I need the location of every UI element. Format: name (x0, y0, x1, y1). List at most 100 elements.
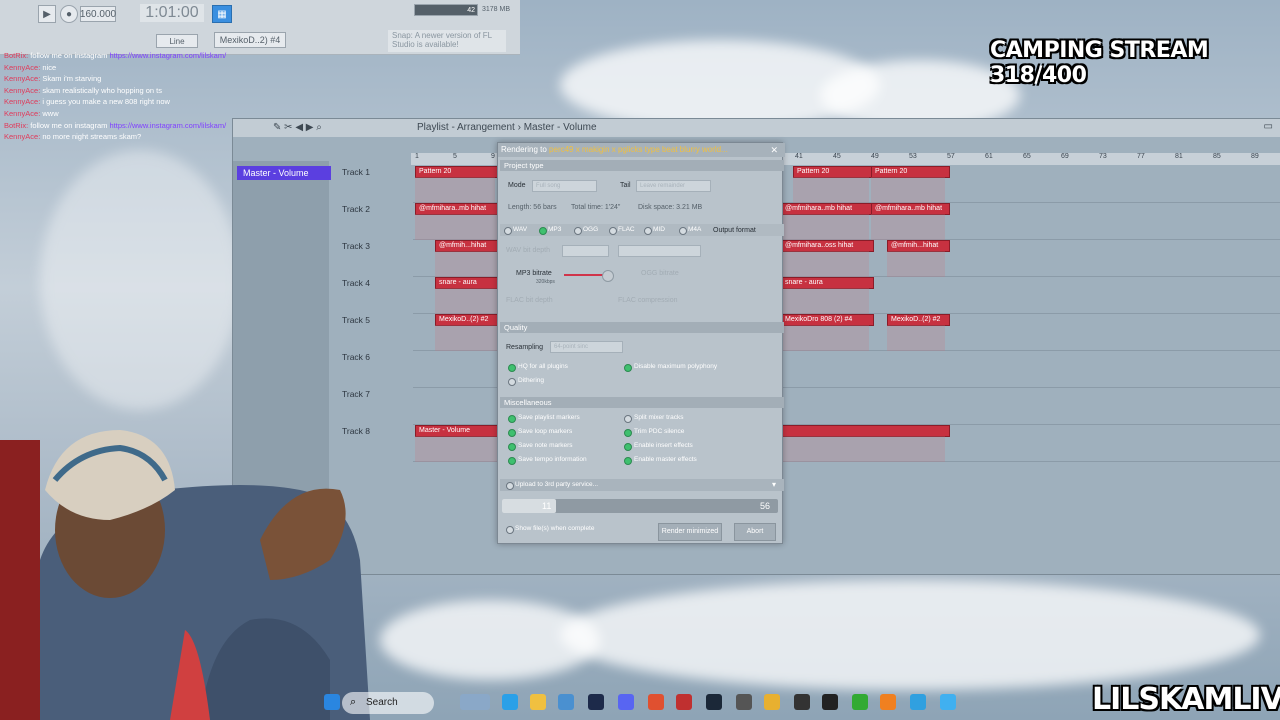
edge-icon[interactable] (502, 694, 518, 710)
ruler-tick-label: 61 (985, 153, 993, 160)
render-dialog: Rendering to perc49 x makigin x pglicks … (497, 142, 785, 544)
format-radio-flac[interactable] (609, 227, 617, 235)
app-icon[interactable] (940, 694, 956, 710)
render-progress-bar: 11 56 (502, 499, 778, 513)
track-header[interactable]: Track 4 (342, 278, 370, 288)
misc-option-checkbox[interactable] (508, 443, 516, 451)
clip-body (435, 325, 497, 351)
misc-option-checkbox[interactable] (508, 415, 516, 423)
update-hint[interactable]: Snap: A newer version of FL Studio is av… (388, 30, 506, 52)
misc-option-checkbox[interactable] (624, 443, 632, 451)
upload-checkbox[interactable] (506, 482, 514, 490)
folder-icon[interactable] (530, 694, 546, 710)
format-label-mid: MID (653, 226, 665, 233)
widgets-icon[interactable] (460, 694, 490, 710)
show-files-checkbox[interactable] (506, 526, 514, 534)
app-icon[interactable] (676, 694, 692, 710)
clip-body (781, 288, 869, 314)
ruler-tick-label: 5 (453, 153, 457, 160)
snap-select[interactable]: Line (156, 34, 198, 48)
track-header[interactable]: Track 2 (342, 204, 370, 214)
tools-icon[interactable]: ✎ ✂ ◀ ▶ ⌕ (273, 122, 322, 133)
hq-plugins-label: HQ for all plugins (518, 363, 568, 370)
chevron-down-icon[interactable]: ▾ (772, 480, 776, 489)
mode-select[interactable]: Full song (532, 180, 597, 192)
steam-icon[interactable] (706, 694, 722, 710)
ruler-tick-label: 53 (909, 153, 917, 160)
discord-icon[interactable] (618, 694, 634, 710)
fl-studio-icon[interactable] (880, 694, 896, 710)
app-icon[interactable] (794, 694, 810, 710)
format-radio-mid[interactable] (644, 227, 652, 235)
section-project-type: Project type (500, 160, 784, 171)
keyboard-icon[interactable] (736, 694, 752, 710)
misc-options: Save playlist markers Save loop markers Sa… (498, 413, 782, 473)
clip-body (871, 214, 945, 240)
chat-message: KennyAce: skam realistically who hopping… (4, 85, 163, 95)
misc-option-checkbox[interactable] (508, 429, 516, 437)
format-radio-ogg[interactable] (574, 227, 582, 235)
ruler-tick-label: 57 (947, 153, 955, 160)
chat-message: KennyAce: nice (4, 62, 57, 72)
play-button[interactable]: ▶ (38, 5, 56, 23)
clip-body (793, 177, 869, 203)
close-icon[interactable]: ▭ (1264, 121, 1273, 132)
resampling-select[interactable]: 64-point sinc (550, 341, 623, 353)
pattern-select[interactable]: MexikoD..2) #4 (214, 32, 286, 48)
track-header[interactable]: Track 7 (342, 389, 370, 399)
dithering-checkbox[interactable] (508, 378, 516, 386)
track-header[interactable]: Track 6 (342, 352, 370, 362)
misc-option-checkbox[interactable] (624, 415, 632, 423)
disable-polyphony-checkbox[interactable] (624, 364, 632, 372)
hq-plugins-checkbox[interactable] (508, 364, 516, 372)
misc-option-checkbox[interactable] (624, 429, 632, 437)
format-radio-wav[interactable] (504, 227, 512, 235)
clip-body (435, 251, 497, 277)
disable-polyphony-label: Disable maximum polyphony (634, 363, 718, 370)
clip-body (781, 325, 869, 351)
mp3-bitrate-knob[interactable] (602, 270, 614, 282)
clip-body (781, 251, 869, 277)
app-icon[interactable] (852, 694, 868, 710)
playlist-titlebar[interactable]: ✎ ✂ ◀ ▶ ⌕ Playlist - Arrangement › Maste… (233, 119, 1280, 137)
app-icon[interactable] (764, 694, 780, 710)
dithering-label: Dithering (518, 377, 545, 384)
format-radio-m4a[interactable] (679, 227, 687, 235)
ruler-tick-label: 1 (415, 153, 419, 160)
misc-option-label: Enable master effects (634, 456, 697, 463)
ruler-tick-label: 65 (1023, 153, 1031, 160)
flac-bit-depth-label: FLAC bit depth (506, 297, 553, 304)
record-button[interactable]: ● (60, 5, 78, 23)
track-header[interactable]: Track 1 (342, 167, 370, 177)
clip-body (871, 177, 945, 203)
mp3-bitrate-label: MP3 bitrate (516, 270, 552, 277)
track-header[interactable]: Track 3 (342, 241, 370, 251)
clip-body (781, 214, 869, 240)
track-header[interactable]: Track 5 (342, 315, 370, 325)
flac-compression-label: FLAC compression (618, 297, 678, 304)
wav-bit-depth-select[interactable] (562, 245, 609, 257)
windows-start-icon[interactable] (324, 694, 340, 710)
abort-button[interactable]: Abort (734, 523, 776, 541)
misc-option-label: Trim PDC silence (634, 428, 685, 435)
fl-toolbar: 160.000 1:01:00 ▦ 42 3178 MB Line Mexiko… (0, 0, 520, 55)
misc-option-label: Save loop markers (518, 428, 573, 435)
brave-icon[interactable] (648, 694, 664, 710)
close-icon[interactable]: ✕ (770, 145, 778, 156)
length-info: Length: 56 bars (508, 204, 557, 211)
misc-option-checkbox[interactable] (624, 457, 632, 465)
app-icon[interactable] (822, 694, 838, 710)
pattern-mode-button[interactable]: ▦ (212, 5, 232, 23)
misc-option-checkbox[interactable] (508, 457, 516, 465)
render-minimized-button[interactable]: Render minimized (658, 523, 722, 541)
photoshop-icon[interactable] (588, 694, 604, 710)
format-label-flac: FLAC (618, 226, 635, 233)
app-icon[interactable] (910, 694, 926, 710)
tail-select[interactable]: Leave remainder (636, 180, 711, 192)
store-icon[interactable] (558, 694, 574, 710)
format-radio-mp3[interactable] (539, 227, 547, 235)
tempo-display[interactable]: 160.000 (80, 6, 116, 22)
clip-body (887, 325, 945, 351)
ruler-tick-label: 89 (1251, 153, 1259, 160)
stereo-select[interactable] (618, 245, 701, 257)
